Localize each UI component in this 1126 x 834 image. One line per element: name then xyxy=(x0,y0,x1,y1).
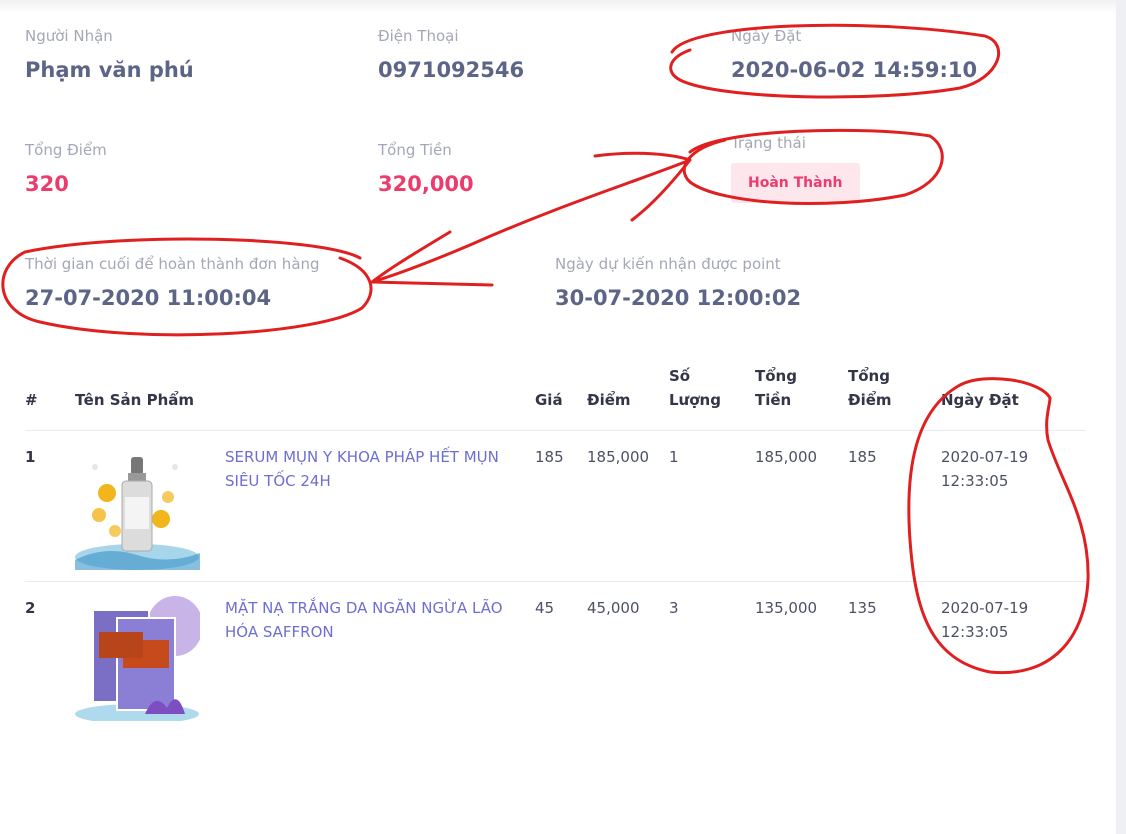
deadline-field: Thời gian cuối để hoàn thành đơn hàng 27… xyxy=(25,255,320,310)
total-amount-field: Tổng Tiền 320,000 xyxy=(378,141,474,196)
header-points: Điểm xyxy=(587,391,631,409)
table-row: 1 SERUM MỤN Y KHOA PHÁP HẾT MỤN SIÊU TỐC… xyxy=(25,430,1086,582)
header-price: Giá xyxy=(535,391,563,409)
order-date-value: 2020-06-02 14:59:10 xyxy=(731,58,978,82)
recipient-field: Người Nhận Phạm văn phú xyxy=(25,27,194,82)
serum-product-image[interactable] xyxy=(75,445,200,570)
expected-point-date-field: Ngày dự kiến nhận được point 30-07-2020 … xyxy=(555,255,801,310)
order-items-table: # Tên Sản Phẩm Giá Điểm Số Lượng Tổng Tiền… xyxy=(25,364,1086,732)
recipient-label: Người Nhận xyxy=(25,27,113,45)
phone-value: 0971092546 xyxy=(378,58,525,82)
total-points-cell: 135 xyxy=(848,581,941,732)
scrollbar[interactable] xyxy=(1116,0,1126,834)
order-date-label: Ngày Đặt xyxy=(731,27,802,45)
phone-label: Điện Thoại xyxy=(378,27,459,45)
points-cell: 45,000 xyxy=(587,581,669,732)
header-total-points: Tổng Điểm xyxy=(848,364,941,431)
header-total-amount-line1: Tổng xyxy=(755,367,797,385)
deadline-label: Thời gian cuối để hoàn thành đơn hàng xyxy=(25,255,320,273)
deadline-value: 27-07-2020 11:00:04 xyxy=(25,286,272,310)
product-name-cell: MẶT NẠ TRẮNG DA NGĂN NGỪA LÃO HÓA SAFFRO… xyxy=(225,581,535,732)
product-thumbnail-cell xyxy=(75,581,225,732)
product-name-cell: SERUM MỤN Y KHOA PHÁP HẾT MỤN SIÊU TỐC 2… xyxy=(225,430,535,582)
total-amount-label: Tổng Tiền xyxy=(378,141,452,159)
status-label: Trạng thái xyxy=(731,134,806,152)
price-cell: 185 xyxy=(535,430,587,582)
recipient-value: Phạm văn phú xyxy=(25,58,194,82)
order-date-day: 2020-07-19 xyxy=(941,448,1029,466)
header-index: # xyxy=(25,391,38,409)
order-date-day: 2020-07-19 xyxy=(941,599,1029,617)
quantity-cell: 1 xyxy=(669,430,755,582)
total-points-cell: 185 xyxy=(848,430,941,582)
order-date-field: Ngày Đặt 2020-06-02 14:59:10 xyxy=(731,27,977,82)
quantity-cell: 3 xyxy=(669,581,755,732)
header-quantity-line2: Lượng xyxy=(669,391,721,409)
points-cell: 185,000 xyxy=(587,430,669,582)
product-thumbnail-cell xyxy=(75,430,225,582)
total-amount-cell: 185,000 xyxy=(755,430,848,582)
header-total-points-line1: Tổng xyxy=(848,367,890,385)
status-field: Trạng thái Hoàn Thành xyxy=(731,134,860,203)
total-amount-cell: 135,000 xyxy=(755,581,848,732)
expected-point-date-label: Ngày dự kiến nhận được point xyxy=(555,255,781,273)
table-row: 2 MẶT NẠ TRẮNG DA NGĂN NGỪA LÃO HÓA SAFF… xyxy=(25,581,1086,732)
phone-field: Điện Thoại 0971092546 xyxy=(378,27,524,82)
product-name-link[interactable]: SERUM MỤN Y KHOA PHÁP HẾT MỤN SIÊU TỐC 2… xyxy=(225,448,499,490)
total-points-field: Tổng Điểm 320 xyxy=(25,141,107,196)
mask-product-image[interactable] xyxy=(75,596,200,721)
total-amount-value: 320,000 xyxy=(378,172,474,196)
header-total-amount-line2: Tiền xyxy=(755,391,792,409)
status-badge: Hoàn Thành xyxy=(731,163,860,203)
order-date-cell: 2020-07-19 12:33:05 xyxy=(941,430,1086,582)
total-points-value: 320 xyxy=(25,172,69,196)
order-date-time: 12:33:05 xyxy=(941,472,1009,490)
row-index: 2 xyxy=(25,581,75,732)
order-date-cell: 2020-07-19 12:33:05 xyxy=(941,581,1086,732)
header-product: Tên Sản Phẩm xyxy=(75,391,195,409)
expected-point-date-value: 30-07-2020 12:00:02 xyxy=(555,286,802,310)
header-quantity: Số Lượng xyxy=(669,364,755,431)
row-index: 1 xyxy=(25,430,75,582)
price-cell: 45 xyxy=(535,581,587,732)
header-total-points-line2: Điểm xyxy=(848,391,892,409)
top-shadow xyxy=(0,0,1116,14)
order-date-time: 12:33:05 xyxy=(941,623,1009,641)
product-name-link[interactable]: MẶT NẠ TRẮNG DA NGĂN NGỪA LÃO HÓA SAFFRO… xyxy=(225,599,503,641)
total-points-label: Tổng Điểm xyxy=(25,141,107,159)
header-quantity-line1: Số xyxy=(669,367,691,385)
header-order-date: Ngày Đặt xyxy=(941,391,1019,409)
table-header-row: # Tên Sản Phẩm Giá Điểm Số Lượng Tổng Tiền… xyxy=(25,364,1086,431)
header-total-amount: Tổng Tiền xyxy=(755,364,848,431)
